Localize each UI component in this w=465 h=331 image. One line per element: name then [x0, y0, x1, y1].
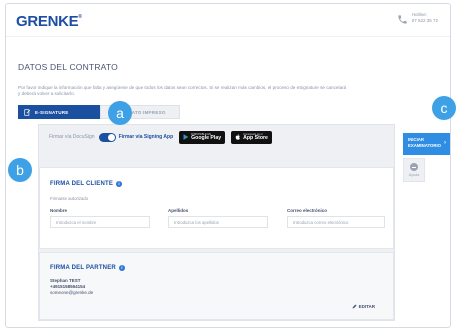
help-icon [410, 163, 418, 171]
contract-tabs: E-SIGNATURE CONTRATO IMPRESO [18, 105, 180, 119]
start-signature-label: INICIAR EXAMINATORIO [408, 137, 442, 148]
tab-esignature[interactable]: E-SIGNATURE [18, 105, 100, 119]
info-icon[interactable]: i [116, 181, 123, 187]
callout-marker-b: b [8, 158, 32, 182]
signing-app-label[interactable]: Firmar vía Signing App [119, 134, 174, 140]
page-description: Por favor indique la información que fal… [18, 85, 347, 96]
pen-icon [24, 108, 31, 116]
contract-window: GRENKE® Hotline: 07 622 35 72 DATOS DEL … [5, 3, 451, 328]
partner-phone: +4915158564154 [50, 284, 86, 289]
partner-email: someone@grenke.de [50, 290, 94, 295]
email-field: Correo electrónico Introduzca correo ele… [287, 208, 385, 228]
start-signature-button[interactable]: INICIAR EXAMINATORIO › [403, 133, 450, 155]
phone-icon [398, 15, 407, 24]
callout-marker-c: c [432, 96, 456, 120]
client-signature-title: FIRMA DEL CLIENTE i [50, 181, 123, 187]
apple-icon [235, 134, 240, 140]
authorized-signer-label: Firmante autorizado [50, 196, 89, 201]
client-signature-title-text: FIRMA DEL CLIENTE [50, 181, 114, 187]
signing-method-bar: Firmar vía DocuSign Firmar vía Signing A… [39, 125, 394, 149]
pencil-icon [352, 304, 357, 309]
edit-button[interactable]: EDITAR [352, 304, 375, 309]
first-name-field: Nombre Introduzca el nombre [50, 208, 150, 228]
client-signature-card: FIRMA DEL CLIENTE i Firmante autorizado … [39, 167, 394, 249]
last-name-field: Apellidos Introduzca los apellidos [168, 208, 268, 228]
email-input[interactable]: Introduzca correo electrónico [287, 216, 385, 228]
first-name-label: Nombre [50, 208, 68, 213]
last-name-input[interactable]: Introduzca los apellidos [168, 216, 268, 228]
signature-panel: Firmar vía DocuSign Firmar vía Signing A… [38, 124, 395, 321]
grenke-logo[interactable]: GRENKE® [16, 13, 82, 30]
signing-method-toggle[interactable] [98, 132, 116, 142]
partner-signature-title: FIRMA DEL PARTNER i [50, 265, 125, 271]
help-label: Ayuda [408, 173, 420, 177]
help-button[interactable]: Ayuda [403, 158, 425, 182]
partner-signature-card: FIRMA DEL PARTNER i Stephan TEST +491515… [39, 252, 394, 320]
google-play-big: Google Play [191, 134, 222, 141]
google-play-icon [183, 134, 189, 140]
info-icon[interactable]: i [118, 265, 125, 271]
last-name-label: Apellidos [168, 208, 189, 213]
first-name-input[interactable]: Introduzca el nombre [50, 216, 150, 228]
chevron-right-icon: › [444, 140, 446, 146]
docusign-label[interactable]: Firmar vía DocuSign [49, 134, 95, 140]
hotline-number: 07 622 35 72 [411, 18, 438, 23]
google-play-badge[interactable]: DISPONIBLE EN Google Play [179, 130, 226, 144]
logo-text: GRENKE [16, 13, 79, 30]
page-title: DATOS DEL CONTRATO [18, 62, 118, 72]
callout-marker-a: a [108, 101, 132, 125]
partner-signature-title-text: FIRMA DEL PARTNER [50, 265, 116, 271]
app-store-badge[interactable]: Consíguelo en el App Store [231, 130, 272, 144]
top-bar: GRENKE® Hotline: 07 622 35 72 [6, 4, 450, 37]
app-store-big: App Store [243, 134, 268, 141]
edit-button-label: EDITAR [358, 304, 375, 309]
hotline[interactable]: Hotline: 07 622 35 72 [397, 12, 438, 25]
tab-esignature-label: E-SIGNATURE [35, 109, 69, 115]
email-label: Correo electrónico [287, 208, 328, 213]
logo-registered-mark: ® [78, 14, 82, 20]
partner-name: Stephan TEST [50, 278, 81, 283]
